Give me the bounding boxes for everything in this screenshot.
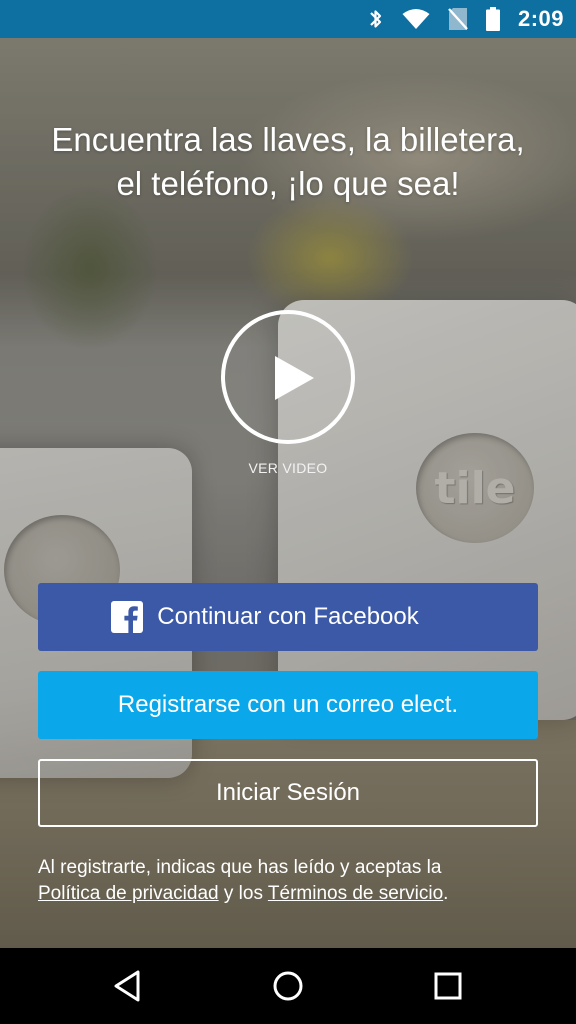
play-icon	[275, 356, 314, 400]
wifi-icon	[402, 9, 430, 29]
play-video-button[interactable]	[221, 310, 355, 444]
headline: Encuentra las llaves, la billetera, el t…	[51, 121, 525, 202]
facebook-button-label: Continuar con Facebook	[157, 603, 419, 630]
legal-text: Al registrarte, indicas que has leído y …	[38, 855, 548, 907]
legal-connector: y los	[218, 883, 268, 904]
recents-icon[interactable]	[428, 966, 468, 1006]
screen: 2:09 tile Encuentra las llaves, la bille…	[0, 0, 576, 1024]
legal-suffix: .	[443, 883, 449, 904]
facebook-login-button[interactable]: Continuar con Facebook	[38, 583, 538, 651]
status-bar: 2:09	[0, 0, 576, 38]
home-icon[interactable]	[268, 966, 308, 1006]
privacy-policy-link[interactable]: Política de privacidad	[38, 883, 219, 904]
login-button[interactable]: Iniciar Sesión	[38, 759, 538, 827]
facebook-icon	[111, 601, 143, 633]
bluetooth-icon	[370, 10, 382, 28]
back-icon[interactable]	[108, 966, 148, 1006]
login-button-label: Iniciar Sesión	[215, 779, 361, 806]
navigation-bar	[0, 948, 576, 1024]
legal-prefix: Al registrarte, indicas que has leído y …	[38, 857, 442, 878]
status-time: 2:09	[517, 6, 564, 31]
video-label[interactable]: VER VIDEO	[188, 460, 388, 476]
terms-of-service-link[interactable]: Términos de servicio	[268, 883, 443, 904]
battery-icon	[485, 7, 500, 31]
no-sim-icon	[448, 8, 468, 30]
email-button-label: Registrarse con un correo elect.	[117, 691, 459, 718]
email-signup-button[interactable]: Registrarse con un correo elect.	[38, 671, 538, 739]
